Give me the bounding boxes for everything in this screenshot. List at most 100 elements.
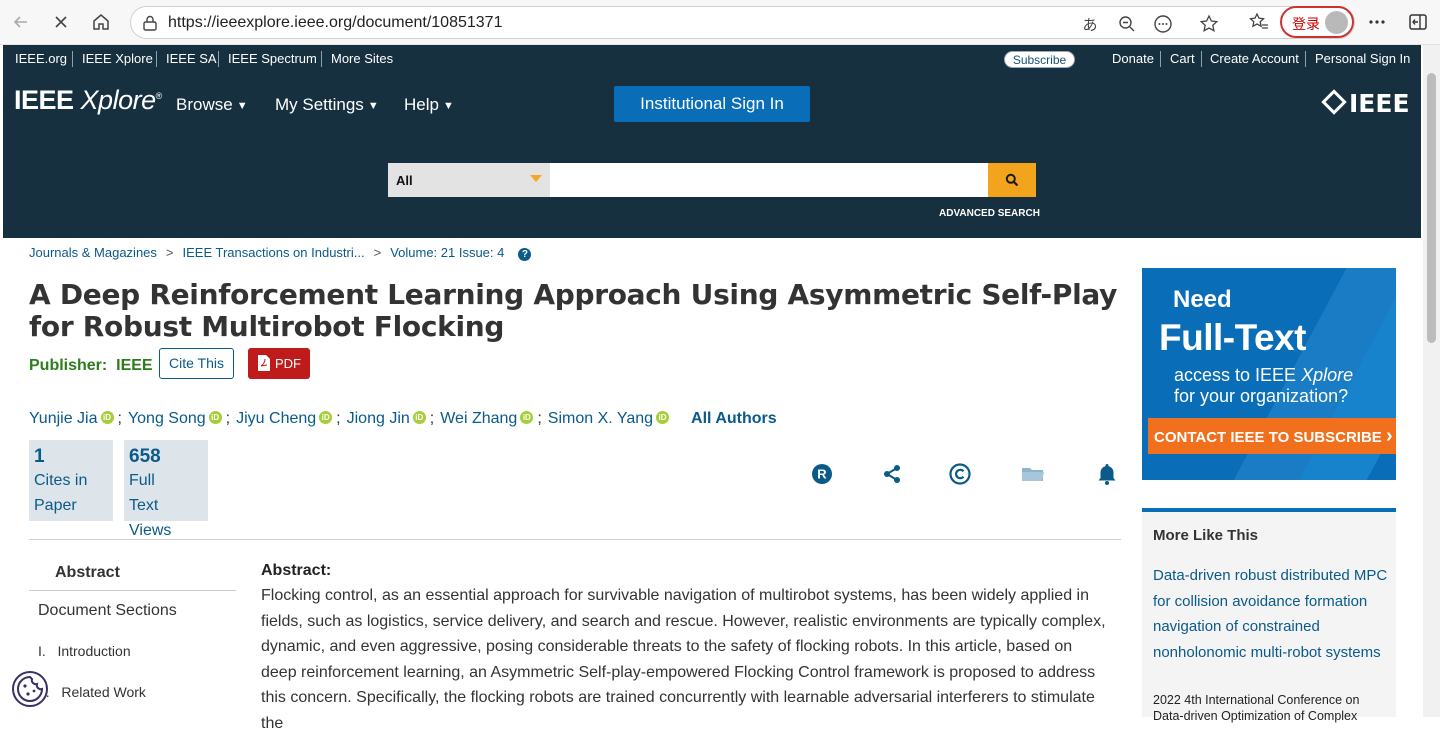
sidebar-item-introduction[interactable]: I. Introduction — [38, 643, 131, 659]
orcid-icon[interactable]: iD — [656, 411, 670, 425]
search-scope-select[interactable]: All — [388, 163, 550, 197]
publisher-label: Publisher: — [29, 357, 108, 374]
link-ieee-org[interactable]: IEEE.org — [15, 51, 67, 66]
page-scrollbar[interactable] — [1423, 45, 1440, 717]
more-like-this-panel: More Like This Data-driven robust distri… — [1142, 508, 1396, 723]
favorite-star-icon[interactable] — [1198, 13, 1220, 35]
favorites-icon[interactable] — [1246, 9, 1272, 35]
menu-browse-label: Browse — [176, 95, 233, 114]
sidebar-item-abstract[interactable]: Abstract — [55, 564, 120, 582]
orcid-icon[interactable]: iD — [412, 411, 426, 425]
breadcrumb-publication[interactable]: IEEE Transactions on Industri... — [183, 245, 365, 260]
bell-alert-icon[interactable] — [1095, 462, 1119, 486]
logo-registered-mark: ® — [155, 91, 163, 101]
author-separator: ; — [429, 410, 435, 427]
subscribe-button[interactable]: Subscribe — [1004, 51, 1075, 68]
author-link[interactable]: Yunjie Jia — [29, 410, 98, 427]
link-ieee-spectrum[interactable]: IEEE Spectrum — [228, 51, 317, 66]
login-label: 登录 — [1292, 16, 1320, 32]
search-input[interactable] — [550, 163, 988, 197]
breadcrumb-volume-issue[interactable]: Volume: 21 Issue: 4 — [390, 245, 504, 260]
author-link[interactable]: Yong Song — [128, 410, 206, 427]
copyright-icon[interactable] — [948, 462, 972, 486]
address-bar[interactable]: https://ieeexplore.ieee.org/document/108… — [130, 6, 1355, 39]
menu-my-settings[interactable]: My Settings ▼ — [275, 95, 379, 115]
related-article-link[interactable]: Data-driven robust distributed MPC for c… — [1153, 563, 1389, 665]
menu-my-settings-label: My Settings — [275, 95, 364, 114]
svg-text:R: R — [817, 467, 827, 482]
pdf-label: PDF — [275, 356, 301, 371]
abstract-text: Flocking control, as an essential approa… — [261, 587, 1106, 732]
translate-icon[interactable]: あ — [1079, 13, 1101, 35]
metric-full-text-views[interactable]: 658 Full Text Views — [124, 440, 208, 539]
chevron-down-icon: ▼ — [442, 100, 454, 112]
orcid-icon[interactable]: iD — [520, 411, 534, 425]
ieee-top-bar: IEEE.org IEEE Xplore IEEE SA IEEE Spectr… — [3, 45, 1421, 73]
folder-icon[interactable] — [1021, 462, 1045, 486]
ad-org-text: for your organization? — [1174, 386, 1349, 406]
link-ieee-xplore[interactable]: IEEE Xplore — [82, 51, 153, 66]
pdf-file-icon — [258, 355, 270, 371]
home-icon[interactable] — [88, 9, 114, 35]
ad-xplore-text: Xplore — [1301, 365, 1354, 385]
link-donate[interactable]: Donate — [1112, 51, 1154, 66]
divider — [1201, 51, 1202, 67]
ad-access-text: access to IEEE — [1174, 365, 1302, 385]
orcid-icon[interactable]: iD — [208, 411, 222, 425]
link-more-sites[interactable]: More Sites — [331, 51, 393, 66]
author-link[interactable]: Jiyu Cheng — [236, 410, 316, 427]
back-icon[interactable] — [8, 9, 34, 35]
stop-loading-icon[interactable] — [48, 9, 74, 35]
zoom-icon[interactable] — [1116, 13, 1138, 35]
cookie-preferences-button[interactable] — [12, 671, 48, 707]
search-scope-value: All — [396, 173, 413, 188]
ad-line-need: Need — [1173, 286, 1232, 313]
menu-browse[interactable]: Browse ▼ — [176, 95, 248, 115]
url-text[interactable]: https://ieeexplore.ieee.org/document/108… — [168, 14, 502, 32]
menu-help[interactable]: Help ▼ — [404, 95, 454, 115]
section-divider — [29, 539, 1121, 540]
ieee-logo[interactable]: IEEE — [1321, 89, 1410, 118]
search-button[interactable] — [988, 163, 1036, 197]
contact-ieee-subscribe-button[interactable]: CONTACT IEEE TO SUBSCRIBE › — [1148, 418, 1396, 454]
scrollbar-thumb[interactable] — [1427, 73, 1436, 343]
author-link[interactable]: Simon X. Yang — [548, 410, 653, 427]
orcid-icon[interactable]: iD — [100, 411, 114, 425]
author-link[interactable]: Wei Zhang — [440, 410, 517, 427]
chevron-down-icon: ▼ — [236, 100, 248, 112]
advanced-search-link[interactable]: ADVANCED SEARCH — [939, 208, 1040, 219]
page-title: A Deep Reinforcement Learning Approach U… — [29, 278, 1118, 343]
institutional-sign-in-button[interactable]: Institutional Sign In — [614, 86, 810, 122]
ieee-logo-text: IEEE — [1349, 89, 1410, 118]
metric-cites[interactable]: 1 Cites in Paper — [29, 440, 113, 521]
breadcrumb-journals[interactable]: Journals & Magazines — [29, 245, 157, 260]
all-authors-link[interactable]: All Authors — [691, 410, 777, 427]
author-separator: ; — [336, 410, 341, 427]
help-icon[interactable]: ? — [518, 248, 532, 261]
ieee-xplore-logo[interactable]: IEEE Xplore® — [14, 85, 162, 116]
section-label: Introduction — [57, 643, 131, 659]
link-personal-sign-in[interactable]: Personal Sign In — [1315, 51, 1410, 66]
rights-permissions-icon[interactable]: R — [810, 462, 834, 486]
logo-ieee-text: IEEE — [14, 85, 74, 115]
sidebar-item-related-work[interactable]: II. Related Work — [38, 684, 146, 700]
search-bar: All — [388, 163, 1036, 197]
link-create-account[interactable]: Create Account — [1210, 51, 1299, 66]
sidebar-divider — [29, 590, 236, 591]
cite-this-button[interactable]: Cite This — [159, 348, 234, 379]
full-text-ad-banner[interactable]: Need Full-Text access to IEEE Xplore for… — [1142, 268, 1396, 480]
caret-down-icon — [530, 175, 542, 182]
link-ieee-sa[interactable]: IEEE SA — [166, 51, 217, 66]
pdf-button[interactable]: PDF — [248, 348, 310, 379]
share-icon[interactable] — [880, 462, 904, 486]
link-cart[interactable]: Cart — [1170, 51, 1195, 66]
profile-login-button[interactable]: 登录 — [1280, 6, 1354, 38]
settings-menu-icon[interactable] — [1364, 9, 1390, 35]
author-link[interactable]: Jiong Jin — [347, 410, 410, 427]
lock-icon[interactable] — [141, 14, 159, 32]
sidebar-toggle-icon[interactable] — [1405, 9, 1431, 35]
orcid-icon[interactable]: iD — [319, 411, 333, 425]
more-tools-icon[interactable] — [1152, 13, 1174, 35]
ad-line-full-text: Full-Text — [1159, 317, 1306, 358]
cookie-icon — [17, 675, 44, 702]
